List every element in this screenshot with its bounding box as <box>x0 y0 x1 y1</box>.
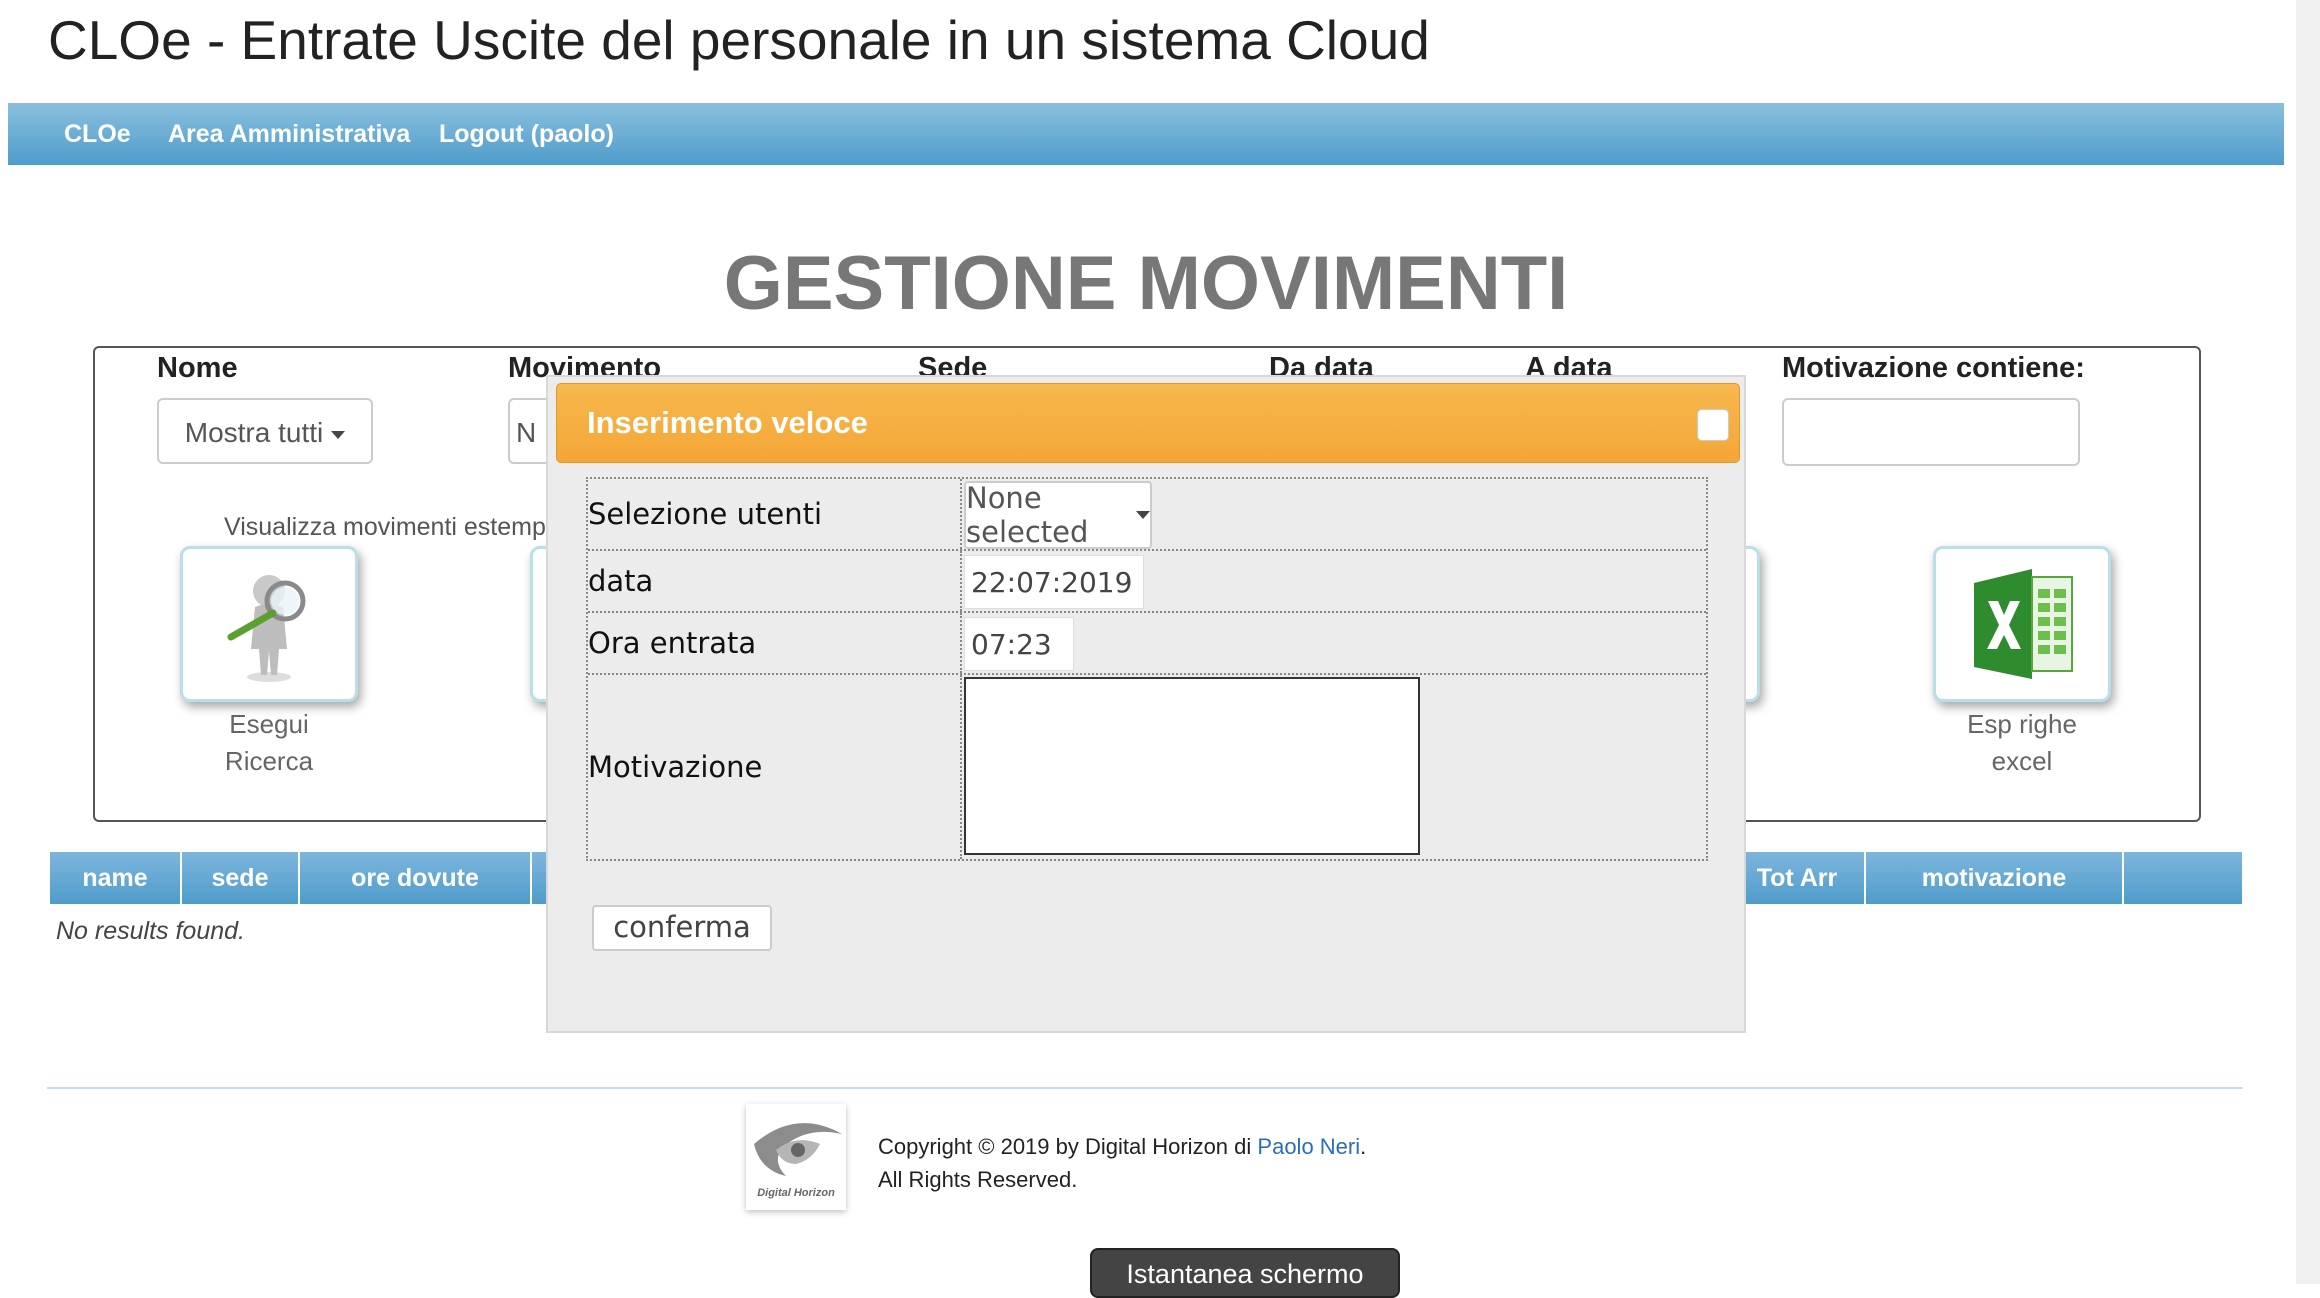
excel-icon <box>1974 569 2073 679</box>
digital-horizon-logo: Digital Horizon <box>746 1104 846 1210</box>
quick-insert-dialog: Inserimento veloce Selezione utenti None… <box>546 375 1746 1033</box>
data-input[interactable]: 22:07:2019 <box>964 555 1144 609</box>
copyright-line: Copyright © 2019 by Digital Horizon di P… <box>878 1130 1366 1163</box>
nome-dropdown-value: Mostra tutti <box>184 417 324 448</box>
navbar: CLOe Area Amministrativa Logout (paolo) <box>8 103 2284 165</box>
page-heading: GESTIONE MOVIMENTI <box>723 241 1569 326</box>
screenshot-button[interactable]: Istantanea schermo <box>1090 1248 1400 1298</box>
form-row-utenti: Selezione utenti None selected <box>588 479 1706 551</box>
nav-item-cloe[interactable]: CLOe <box>64 103 131 165</box>
footer-text: Copyright © 2019 by Digital Horizon di P… <box>878 1130 1366 1196</box>
search-button[interactable] <box>180 546 358 702</box>
motivazione-textarea[interactable] <box>964 677 1420 855</box>
form-row-motivazione: Motivazione <box>588 675 1706 859</box>
app-title: CLOe - Entrate Uscite del personale in u… <box>48 9 1430 71</box>
column-header-sede[interactable]: sede <box>182 852 300 904</box>
filter-label-motivazione: Motivazione contiene: <box>1782 352 2085 384</box>
export-excel-button[interactable] <box>1933 546 2111 702</box>
column-header-tot-arr[interactable]: Tot Arr <box>1730 852 1866 904</box>
column-header-name[interactable]: name <box>50 852 182 904</box>
search-label-line2: Ricerca <box>224 746 314 776</box>
caret-down-icon <box>331 430 346 439</box>
quick-insert-form: Selezione utenti None selected data 22:0… <box>586 477 1708 861</box>
column-header-ore-dovute[interactable]: ore dovute <box>300 852 532 904</box>
motivazione-label: Motivazione <box>588 675 962 859</box>
footer-divider <box>47 1087 2243 1089</box>
dialog-title: Inserimento veloce <box>587 405 868 440</box>
export-label: Esp righe excel <box>1933 706 2111 780</box>
no-results-text: No results found. <box>56 917 245 945</box>
column-header-motivazione[interactable]: motivazione <box>1866 852 2124 904</box>
dialog-header[interactable]: Inserimento veloce <box>556 383 1740 463</box>
nome-dropdown[interactable]: Mostra tutti <box>157 398 373 464</box>
page: CLOe - Entrate Uscite del personale in u… <box>0 0 2320 1298</box>
utenti-selected-value: None selected <box>966 481 1089 549</box>
ora-entrata-input[interactable]: 07:23 <box>964 617 1074 671</box>
copyright-prefix: Copyright © 2019 by Digital Horizon di <box>878 1134 1258 1159</box>
rights-line: All Rights Reserved. <box>878 1167 1078 1192</box>
form-row-ora: Ora entrata 07:23 <box>588 613 1706 675</box>
scrollbar-track[interactable] <box>2296 0 2320 1284</box>
nav-item-area-amministrativa[interactable]: Area Amministrativa <box>168 103 410 165</box>
conferma-button[interactable]: conferma <box>592 905 772 951</box>
copyright-suffix: . <box>1360 1134 1367 1159</box>
motivazione-filter-input[interactable] <box>1782 398 2080 466</box>
search-label-line1: Esegui <box>229 709 309 739</box>
logo-text: Digital Horizon <box>757 1187 835 1199</box>
form-row-data: data 22:07:2019 <box>588 551 1706 613</box>
author-link[interactable]: Paolo Neri <box>1257 1134 1360 1159</box>
filter-label-nome: Nome <box>157 352 238 384</box>
export-label-line1: Esp righe <box>1967 709 2077 739</box>
nav-item-logout[interactable]: Logout (paolo) <box>439 103 614 165</box>
data-label: data <box>588 551 962 611</box>
dialog-close-button[interactable] <box>1697 409 1729 441</box>
utenti-label: Selezione utenti <box>588 479 962 549</box>
export-label-line2: excel <box>1991 746 2053 776</box>
logo-eye-icon: Digital Horizon <box>754 1123 842 1199</box>
search-label: Esegui Ricerca <box>180 706 358 780</box>
visualizza-movimenti-note: Visualizza movimenti estemporanei <box>224 513 554 541</box>
magnifier-man-icon <box>227 575 306 682</box>
caret-down-icon <box>1136 511 1150 519</box>
utenti-multiselect[interactable]: None selected <box>964 481 1152 549</box>
movimento-dropdown[interactable]: N <box>508 398 548 464</box>
ora-entrata-label: Ora entrata <box>588 613 962 673</box>
